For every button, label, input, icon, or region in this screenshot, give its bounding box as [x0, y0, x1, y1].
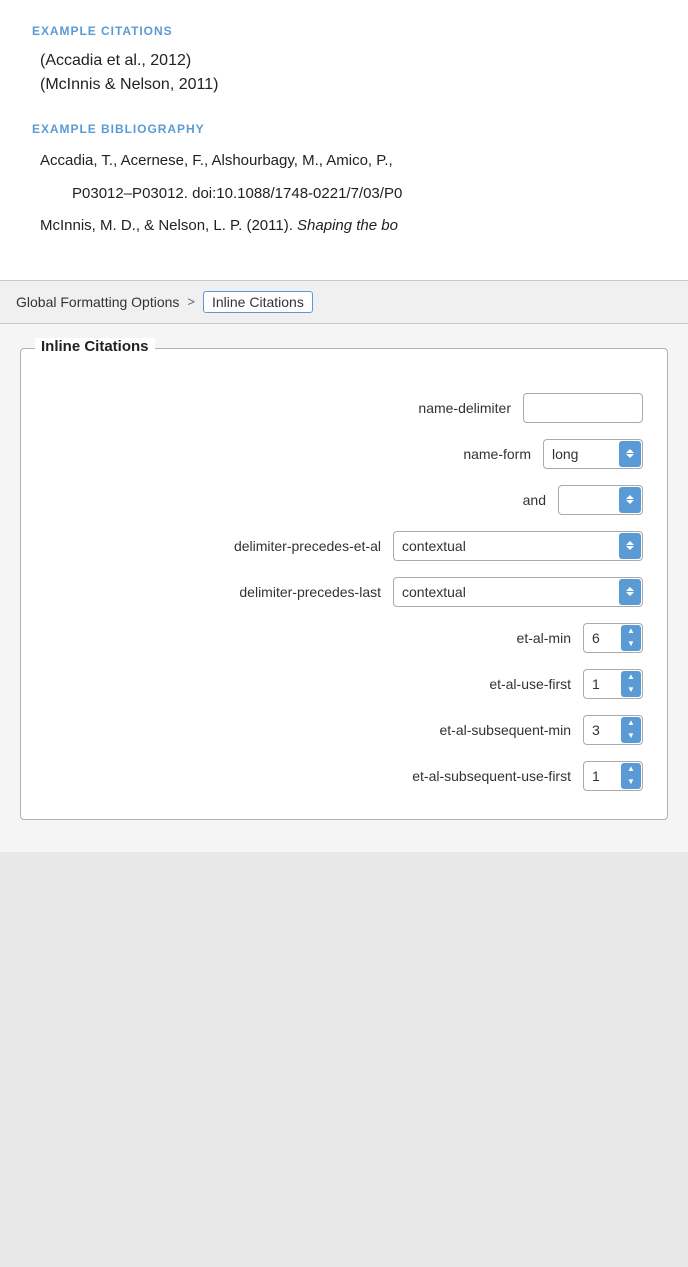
- inline-citations-fieldset: Inline Citations name-delimiter name-for…: [20, 348, 668, 820]
- citation-2: (McInnis & Nelson, 2011): [32, 76, 656, 94]
- et-al-subsequent-min-up[interactable]: ▲: [621, 717, 641, 730]
- bibliography-entry-1: Accadia, T., Acernese, F., Alshourbagy, …: [32, 150, 656, 173]
- label-delimiter-precedes-et-al: delimiter-precedes-et-al: [141, 538, 381, 554]
- label-et-al-subsequent-min: et-al-subsequent-min: [331, 722, 571, 738]
- et-al-subsequent-min-stepper[interactable]: ▲ ▼: [621, 717, 641, 743]
- top-panel: EXAMPLE CITATIONS (Accadia et al., 2012)…: [0, 0, 688, 281]
- label-et-al-min: et-al-min: [331, 630, 571, 646]
- et-al-min-wrap: ▲ ▼: [583, 623, 643, 653]
- bib-entry-2-plain: McInnis, M. D., & Nelson, L. P. (2011).: [40, 217, 297, 234]
- bibliography-section: EXAMPLE BIBLIOGRAPHY Accadia, T., Acerne…: [32, 122, 656, 238]
- breadcrumb-separator: >: [187, 294, 195, 309]
- field-name-form: name-form long short: [45, 439, 643, 469]
- et-al-subsequent-use-first-stepper[interactable]: ▲ ▼: [621, 763, 641, 789]
- and-select[interactable]: text symbol: [558, 485, 643, 515]
- example-bibliography-heading: EXAMPLE BIBLIOGRAPHY: [32, 122, 656, 136]
- field-et-al-use-first: et-al-use-first ▲ ▼: [45, 669, 643, 699]
- et-al-use-first-stepper[interactable]: ▲ ▼: [621, 671, 641, 697]
- control-et-al-min: ▲ ▼: [583, 623, 643, 653]
- control-name-delimiter: [523, 393, 643, 423]
- et-al-subsequent-min-down[interactable]: ▼: [621, 730, 641, 743]
- bib-entry-1-suffix: P03012–P03012. doi:10.1088/1748-0221/7/0…: [72, 185, 402, 202]
- field-name-delimiter: name-delimiter: [45, 393, 643, 423]
- delimiter-last-select[interactable]: contextual always never after-inverted-n…: [393, 577, 643, 607]
- label-name-delimiter: name-delimiter: [271, 400, 511, 416]
- name-delimiter-wrap: [523, 393, 643, 423]
- et-al-subsequent-use-first-up[interactable]: ▲: [621, 763, 641, 776]
- citation-1: (Accadia et al., 2012): [32, 52, 656, 70]
- control-name-form: long short: [543, 439, 643, 469]
- label-et-al-use-first: et-al-use-first: [331, 676, 571, 692]
- and-select-wrap: text symbol: [558, 485, 643, 515]
- et-al-use-first-up[interactable]: ▲: [621, 671, 641, 684]
- breadcrumb-active[interactable]: Inline Citations: [203, 291, 313, 313]
- field-and: and text symbol: [45, 485, 643, 515]
- et-al-min-stepper[interactable]: ▲ ▼: [621, 625, 641, 651]
- bib-entry-2-italic: Shaping the bo: [297, 217, 398, 234]
- control-et-al-subsequent-use-first: ▲ ▼: [583, 761, 643, 791]
- main-content: Inline Citations name-delimiter name-for…: [0, 324, 688, 852]
- et-al-use-first-wrap: ▲ ▼: [583, 669, 643, 699]
- fieldset-legend: Inline Citations: [35, 338, 155, 355]
- name-form-select[interactable]: long short: [543, 439, 643, 469]
- et-al-subsequent-min-wrap: ▲ ▼: [583, 715, 643, 745]
- delimiter-last-select-wrap: contextual always never after-inverted-n…: [393, 577, 643, 607]
- label-delimiter-precedes-last: delimiter-precedes-last: [141, 584, 381, 600]
- et-al-use-first-down[interactable]: ▼: [621, 684, 641, 697]
- bib-entry-1-text: Accadia, T., Acernese, F., Alshourbagy, …: [40, 152, 393, 169]
- field-et-al-min: et-al-min ▲ ▼: [45, 623, 643, 653]
- bibliography-entry-1-cont: P03012–P03012. doi:10.1088/1748-0221/7/0…: [32, 183, 656, 206]
- breadcrumb-bar: Global Formatting Options > Inline Citat…: [0, 281, 688, 324]
- control-delimiter-precedes-et-al: contextual always never after-inverted-n…: [393, 531, 643, 561]
- name-form-select-wrap: long short: [543, 439, 643, 469]
- bibliography-entry-2: McInnis, M. D., & Nelson, L. P. (2011). …: [32, 215, 656, 238]
- name-delimiter-input[interactable]: [523, 393, 643, 423]
- control-and: text symbol: [558, 485, 643, 515]
- et-al-subsequent-use-first-wrap: ▲ ▼: [583, 761, 643, 791]
- field-et-al-subsequent-min: et-al-subsequent-min ▲ ▼: [45, 715, 643, 745]
- field-delimiter-precedes-et-al: delimiter-precedes-et-al contextual alwa…: [45, 531, 643, 561]
- control-et-al-use-first: ▲ ▼: [583, 669, 643, 699]
- delimiter-et-al-select-wrap: contextual always never after-inverted-n…: [393, 531, 643, 561]
- control-delimiter-precedes-last: contextual always never after-inverted-n…: [393, 577, 643, 607]
- example-citations-heading: EXAMPLE CITATIONS: [32, 24, 656, 38]
- label-et-al-subsequent-use-first: et-al-subsequent-use-first: [331, 768, 571, 784]
- delimiter-et-al-select[interactable]: contextual always never after-inverted-n…: [393, 531, 643, 561]
- field-delimiter-precedes-last: delimiter-precedes-last contextual alway…: [45, 577, 643, 607]
- label-name-form: name-form: [291, 446, 531, 462]
- breadcrumb-parent[interactable]: Global Formatting Options: [16, 294, 179, 310]
- field-et-al-subsequent-use-first: et-al-subsequent-use-first ▲ ▼: [45, 761, 643, 791]
- label-and: and: [306, 492, 546, 508]
- et-al-subsequent-use-first-down[interactable]: ▼: [621, 776, 641, 789]
- control-et-al-subsequent-min: ▲ ▼: [583, 715, 643, 745]
- et-al-min-down[interactable]: ▼: [621, 638, 641, 651]
- et-al-min-up[interactable]: ▲: [621, 625, 641, 638]
